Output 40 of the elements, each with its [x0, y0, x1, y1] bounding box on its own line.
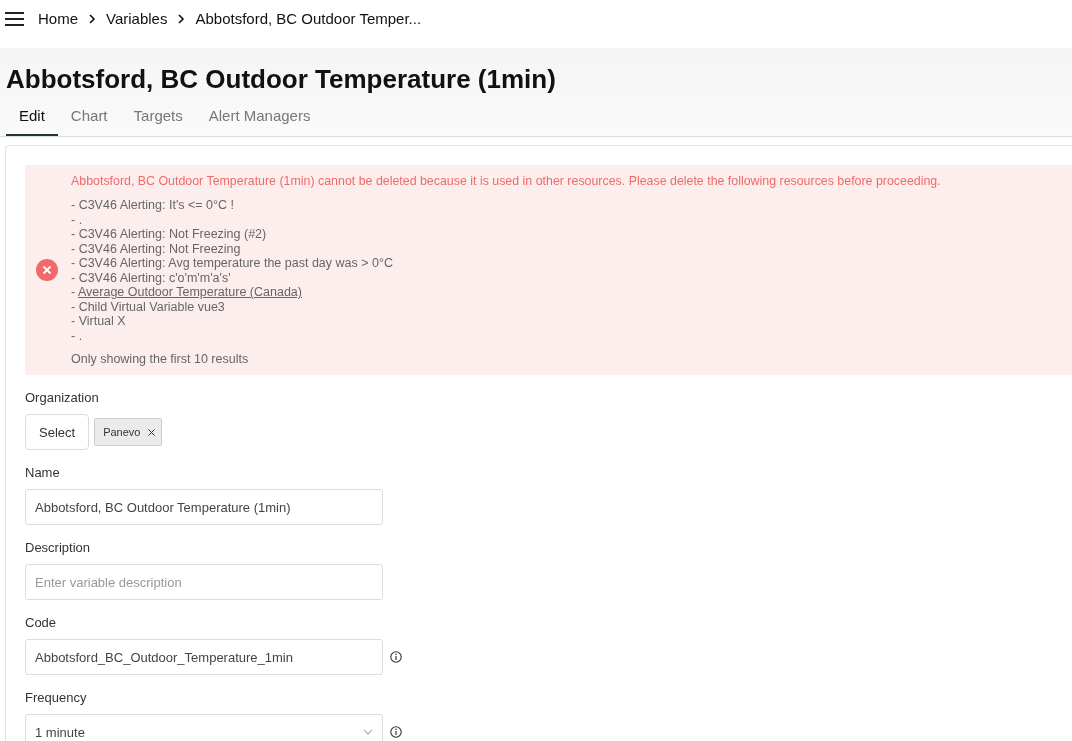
resource-item: - Virtual X [71, 314, 127, 329]
resource-item: - . [71, 212, 84, 227]
tab[interactable]: Targets [120, 107, 196, 136]
page-title: Abbotsford, BC Outdoor Temperature (1min) [6, 64, 557, 95]
resource-item: - C3V46 Alerting: c'o'm'm'a's' [71, 270, 232, 285]
tab[interactable]: Alert Managers [195, 107, 324, 136]
resource-item: - C3V46 Alerting: Not Freezing [71, 241, 242, 256]
field-label: Description [25, 540, 92, 555]
menu-icon[interactable] [5, 11, 24, 26]
tab[interactable]: Chart [57, 107, 121, 136]
text-field[interactable]: Abbotsford_BC_Outdoor_Temperature_1min [25, 639, 383, 675]
select-field[interactable]: 1 minute [25, 714, 383, 741]
list-dash: - [71, 285, 76, 299]
field-label: Code [25, 615, 58, 630]
text-field[interactable]: Enter variable description [25, 564, 383, 600]
chip-label: Panevo [103, 426, 141, 438]
info-icon[interactable] [390, 726, 402, 738]
select-button[interactable]: Select [25, 414, 90, 450]
resource-item: - C3V46 Alerting: Avg temperature the past day was > 0°C [71, 256, 394, 271]
remove-icon[interactable] [148, 428, 156, 436]
field-label: Frequency [25, 690, 88, 705]
resource-item: - Child Virtual Variable vue3 [71, 299, 226, 314]
breadcrumb-link[interactable]: Home [38, 10, 78, 27]
error-icon [36, 259, 58, 281]
resource-item: - C3V46 Alerting: Not Freezing (#2) [71, 227, 268, 242]
resource-item: - C3V46 Alerting: It's <= 0°C ! [71, 198, 236, 213]
text-field[interactable]: Abbotsford, BC Outdoor Temperature (1min) [25, 489, 383, 525]
field-label: Organization [25, 390, 100, 405]
tab[interactable]: Edit [6, 107, 58, 136]
breadcrumb-link[interactable]: Variables [106, 10, 168, 27]
chevron-down-icon [363, 729, 373, 735]
chevron-right-icon [177, 13, 186, 24]
chevron-right-icon [88, 13, 96, 24]
results-note: Only showing the first 10 results [71, 352, 250, 366]
error-message: Abbotsford, BC Outdoor Temperature (1min) cannot be deleted because it is used in other resources. Please delete the following resources before proceeding. [71, 174, 941, 188]
resource-item: - . [71, 328, 84, 343]
breadcrumb-link[interactable]: Abbotsford, BC Outdoor Temper... [195, 10, 422, 27]
resource-link[interactable]: Average Outdoor Temperature (Canada) [77, 285, 302, 299]
field-label: Name [25, 465, 61, 480]
info-icon[interactable] [390, 651, 402, 663]
